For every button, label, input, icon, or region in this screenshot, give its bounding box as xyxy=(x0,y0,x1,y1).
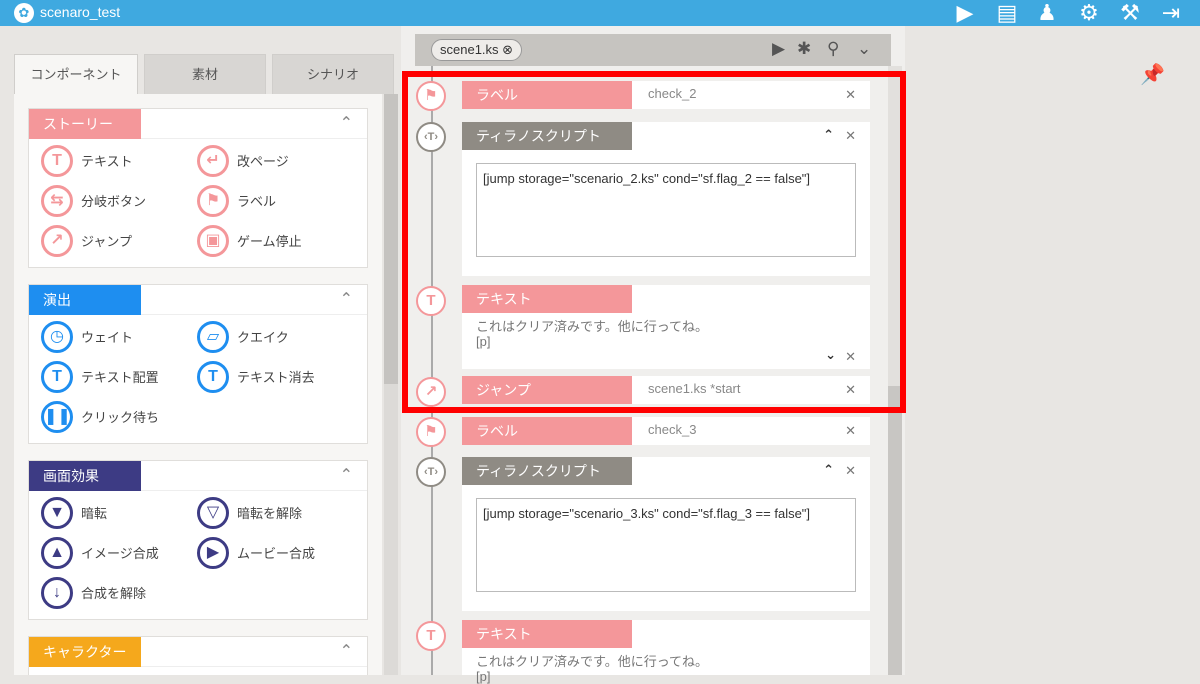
component-label: 改ページ xyxy=(237,154,289,169)
flag-icon: ⚑ xyxy=(416,417,446,447)
component-icon: ▼ xyxy=(41,497,73,529)
component-label: テキスト xyxy=(81,154,133,169)
category-title: ストーリー xyxy=(29,109,141,139)
component-label: ゲーム停止 xyxy=(237,234,302,249)
chevron-up-icon[interactable]: ⌃ xyxy=(340,641,353,661)
chevron-up-icon[interactable]: ⌃ xyxy=(340,289,353,309)
file-tab-strip: scene1.ks ⊗ ▶ ✱ ⚲ ⌄ xyxy=(415,34,891,66)
component-label: ジャンプ xyxy=(81,234,132,249)
component-icon: ⚑ xyxy=(197,185,229,217)
run-icon[interactable]: ▶ xyxy=(772,39,785,59)
category-panel: 演出 ⌃ ◷ ウェイト ▱ クエイク T テキスト配置 T テキスト消去 ❚❚ クリック待ち xyxy=(28,284,368,444)
component-icon: T xyxy=(41,361,73,393)
chevron-up-icon[interactable]: ⌃ xyxy=(340,465,353,485)
category-header[interactable]: 演出 ⌃ xyxy=(29,285,367,315)
component-label: 合成を解除 xyxy=(81,586,147,601)
bug-icon[interactable]: ✱ xyxy=(797,39,811,59)
text-t-icon: T xyxy=(416,621,446,651)
component-icon: ▣ xyxy=(197,225,229,257)
editor-scrollbar-thumb[interactable] xyxy=(888,386,902,675)
component-panel: コンポーネント 素材 シナリオ ストーリー ⌃ T テキスト ↵ 改ページ ⇆ 分岐ボタン ⚑ ラ… xyxy=(0,26,400,675)
category-panel: ストーリー ⌃ T テキスト ↵ 改ページ ⇆ 分岐ボタン ⚑ ラベル ↗ ジャンプ ▣ ゲーム停止 xyxy=(28,108,368,268)
component-icon: ↗ xyxy=(41,225,73,257)
tab-components[interactable]: コンポーネント xyxy=(14,54,138,96)
component-icon: ▽ xyxy=(197,497,229,529)
component-label: クエイク xyxy=(237,330,289,345)
block-title: ティラノスクリプト xyxy=(462,457,632,485)
app-title: scenaro_test xyxy=(40,4,121,20)
search-icon[interactable]: ⚲ xyxy=(827,39,839,59)
top-bar: ✿ scenaro_test ▶ ▤ ♟ ⚙ ⚒ ⇥ xyxy=(0,0,1200,26)
chevron-up-icon[interactable]: ⌃ xyxy=(340,113,353,133)
text-line: これはクリア済みです。他に行ってね。 xyxy=(476,654,709,669)
pin-icon[interactable]: 📌 xyxy=(1140,62,1165,87)
tyrano-script-block[interactable]: ティラノスクリプト ⌃ ✕ [jump storage="scenario_3.… xyxy=(462,457,870,611)
tab-materials[interactable]: 素材 xyxy=(144,54,266,94)
preview-panel xyxy=(906,26,1200,675)
category-header[interactable]: 画面効果 ⌃ xyxy=(29,461,367,491)
app-logo-icon: ✿ xyxy=(14,3,34,23)
component-label: イメージ合成 xyxy=(81,546,159,561)
export-icon[interactable]: ⇥ xyxy=(1156,0,1186,26)
category-title: 画面効果 xyxy=(29,461,141,491)
component-label: テキスト消去 xyxy=(237,370,315,385)
component-label: 分岐ボタン xyxy=(81,194,147,209)
component-label: ウェイト xyxy=(81,330,134,345)
script-textarea[interactable]: [jump storage="scenario_3.ks" cond="sf.f… xyxy=(476,498,856,592)
component-label: ムービー合成 xyxy=(237,546,316,561)
file-tab-scene1[interactable]: scene1.ks ⊗ xyxy=(431,39,523,61)
label-name[interactable]: check_3 xyxy=(648,422,696,437)
tab-scenario[interactable]: シナリオ xyxy=(272,54,394,94)
chevron-up-icon[interactable]: ⌃ xyxy=(823,462,834,478)
category-panel: 画面効果 ⌃ ▼ 暗転 ▽ 暗転を解除 ▲ イメージ合成 ▶ ムービー合成 ↓ 合成を解除 xyxy=(28,460,368,620)
block-title: テキスト xyxy=(462,620,632,648)
category-header[interactable]: キャラクター ⌃ xyxy=(29,637,367,667)
category-header[interactable]: ストーリー ⌃ xyxy=(29,109,367,139)
users-icon[interactable]: ♟ xyxy=(1032,0,1062,26)
component-icon: ▱ xyxy=(197,321,229,353)
save-icon[interactable]: ▤ xyxy=(992,0,1022,26)
highlight-box xyxy=(402,71,906,413)
chevron-down-icon[interactable]: ⌄ xyxy=(857,39,871,59)
component-icon: T xyxy=(197,361,229,393)
component-icon: ❚❚ xyxy=(41,401,73,433)
script-tag-icon: ‹T› xyxy=(416,457,446,487)
text-block[interactable]: テキスト これはクリア済みです。他に行ってね。 [p] xyxy=(462,620,870,684)
hammer-icon[interactable]: ⚒ xyxy=(1115,0,1145,26)
left-scrollbar[interactable] xyxy=(384,94,398,675)
gear-icon[interactable]: ⚙ xyxy=(1074,0,1104,26)
component-label: ラベル xyxy=(237,194,277,209)
text-line: [p] xyxy=(476,669,491,684)
component-icon: ▶ xyxy=(197,537,229,569)
component-icon: ↓ xyxy=(41,577,73,609)
component-label: 暗転 xyxy=(81,506,108,521)
close-icon[interactable]: ✕ xyxy=(845,423,856,439)
category-title: 演出 xyxy=(29,285,141,315)
component-icon: ↵ xyxy=(197,145,229,177)
play-icon[interactable]: ▶ xyxy=(950,0,980,26)
component-list: ストーリー ⌃ T テキスト ↵ 改ページ ⇆ 分岐ボタン ⚑ ラベル ↗ ジャンプ ▣ ゲーム停止演出 ⌃… xyxy=(14,94,382,675)
component-label: テキスト配置 xyxy=(81,370,159,385)
block-title: ラベル xyxy=(462,417,632,445)
component-icon: ⇆ xyxy=(41,185,73,217)
left-scrollbar-thumb[interactable] xyxy=(384,94,398,384)
category-title: キャラクター xyxy=(29,637,141,667)
component-label: 暗転を解除 xyxy=(237,506,303,521)
category-panel: キャラクター ⌃ xyxy=(28,636,368,675)
component-icon: T xyxy=(41,145,73,177)
component-icon: ◷ xyxy=(41,321,73,353)
label-block[interactable]: ラベル check_3 ✕ xyxy=(462,417,870,445)
close-icon[interactable]: ✕ xyxy=(845,463,856,479)
component-icon: ▲ xyxy=(41,537,73,569)
component-label: クリック待ち xyxy=(81,410,160,425)
